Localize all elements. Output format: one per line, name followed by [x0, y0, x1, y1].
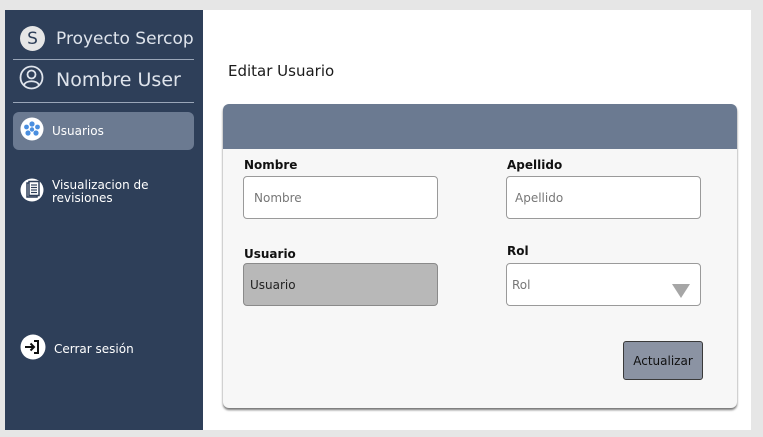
card-header [223, 104, 737, 149]
sidebar-item-usuarios[interactable]: Usuarios [13, 112, 194, 150]
apellido-label: Apellido [507, 158, 563, 172]
sidebar-item-label: Visualizacion de revisiones [52, 178, 149, 205]
user-circle-icon [19, 65, 44, 94]
sidebar-divider [13, 59, 194, 60]
rol-selected-value: Rol [512, 277, 531, 292]
usuario-label: Usuario [244, 247, 296, 261]
users-group-icon [20, 117, 44, 145]
usuario-input [243, 263, 438, 306]
nombre-label: Nombre [244, 158, 298, 172]
rol-label: Rol [507, 244, 529, 258]
brand-name: Proyecto Sercop [56, 28, 194, 49]
user-name: Nombre User [56, 68, 181, 91]
dropdown-arrow-icon [672, 284, 690, 298]
brand-logo-icon: S [20, 26, 45, 51]
page-title: Editar Usuario [228, 62, 335, 80]
sidebar-item-label: Usuarios [52, 123, 104, 138]
user-profile: Nombre User [19, 65, 181, 94]
edit-user-form-card: Nombre Apellido Usuario Rol Rol Actualiz… [223, 104, 737, 408]
logout-label: Cerrar sesión [54, 341, 134, 356]
apellido-input[interactable] [506, 176, 701, 219]
app-window: S Proyecto Sercop Nombre User Usuarios V… [5, 10, 751, 430]
document-icon [20, 178, 44, 206]
main-content: Editar Usuario Nombre Apellido Usuario R… [203, 10, 751, 430]
actualizar-button[interactable]: Actualizar [623, 341, 703, 380]
sidebar-item-visualizacion-revisiones[interactable]: Visualizacion de revisiones [13, 177, 194, 207]
sidebar: S Proyecto Sercop Nombre User Usuarios V… [5, 10, 203, 430]
rol-select[interactable]: Rol [506, 263, 701, 306]
nombre-input[interactable] [243, 176, 438, 219]
sidebar-divider [13, 102, 194, 103]
logout-button[interactable]: Cerrar sesión [13, 334, 194, 364]
logout-icon [20, 334, 46, 364]
brand: S Proyecto Sercop [20, 26, 194, 51]
